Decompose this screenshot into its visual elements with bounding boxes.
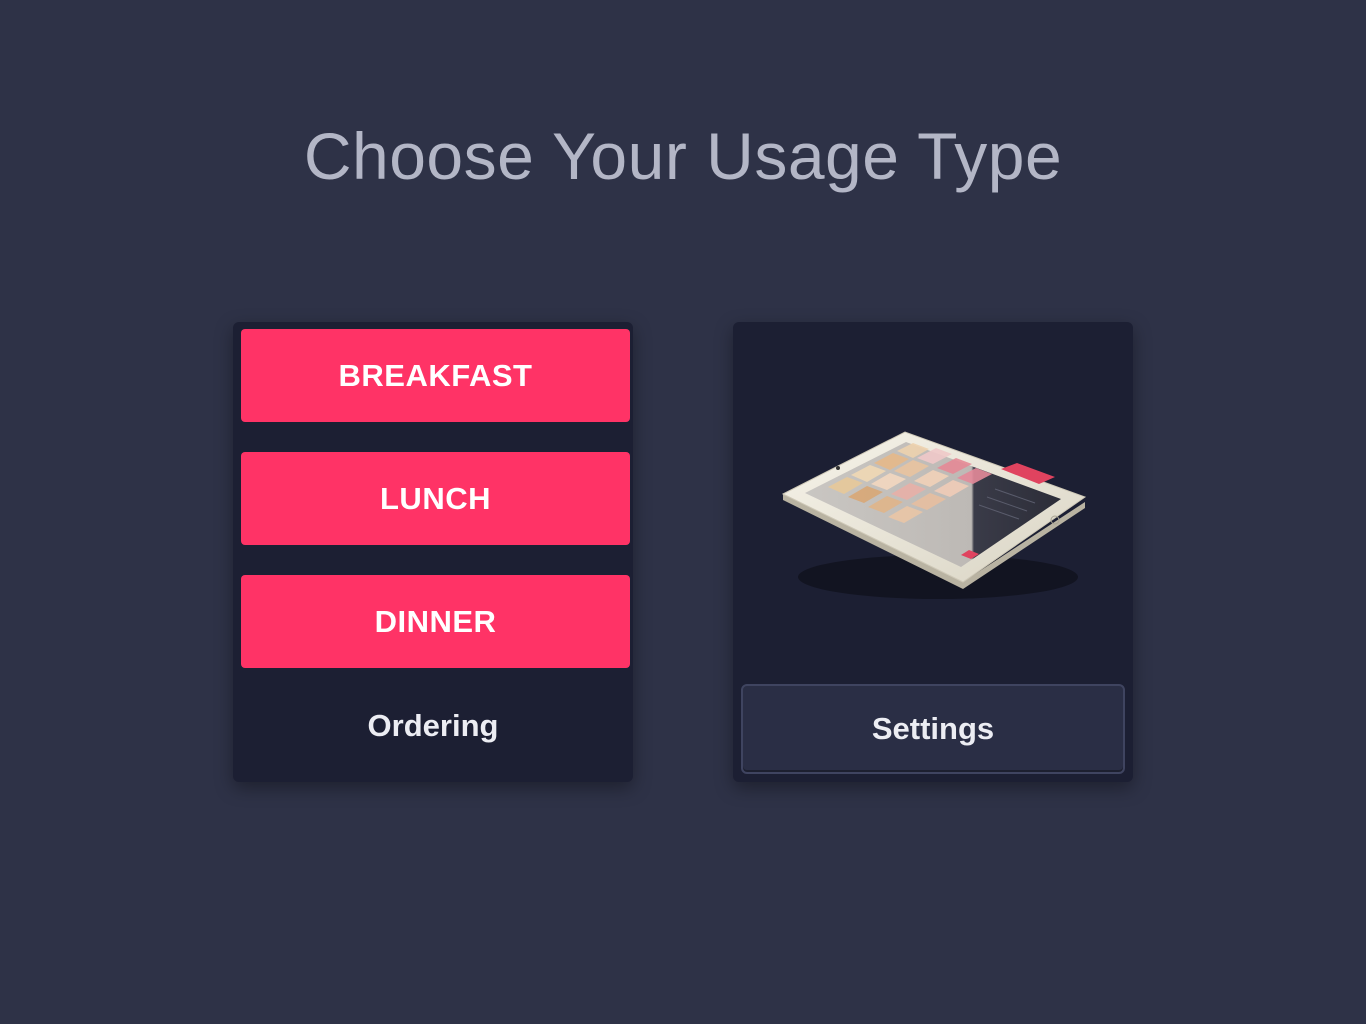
dinner-button[interactable]: DINNER	[241, 575, 630, 668]
settings-button[interactable]: Settings	[741, 684, 1125, 774]
usage-type-screen: Choose Your Usage Type BREAKFAST LUNCH D…	[0, 0, 1366, 1024]
tablet-illustration	[773, 417, 1093, 607]
breakfast-button[interactable]: BREAKFAST	[241, 329, 630, 422]
ordering-card: BREAKFAST LUNCH DINNER Ordering	[233, 322, 633, 782]
ordering-label: Ordering	[367, 708, 499, 743]
tablet-icon	[781, 431, 1087, 599]
page-title: Choose Your Usage Type	[303, 119, 1063, 193]
lunch-button[interactable]: LUNCH	[241, 452, 630, 545]
settings-card: Settings	[733, 322, 1133, 782]
